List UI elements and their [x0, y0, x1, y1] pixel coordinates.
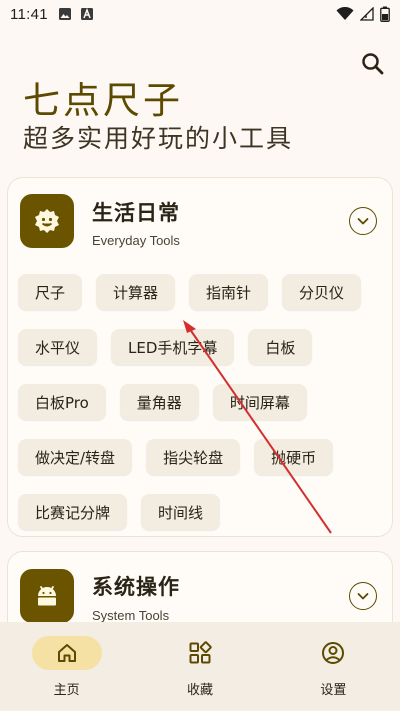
bottom-navigation: 主页 收藏 设置 — [0, 622, 400, 711]
tool-chip-calculator[interactable]: 计算器 — [96, 274, 176, 310]
nav-item-home[interactable]: 主页 — [0, 622, 133, 711]
status-bar: 11:41 — [0, 0, 400, 28]
tool-chip-spirit-level[interactable]: 水平仪 — [18, 329, 98, 365]
profile-icon — [322, 642, 345, 664]
nav-label: 主页 — [53, 683, 80, 698]
tool-chip-protractor[interactable]: 量角器 — [119, 384, 199, 420]
battery-icon — [380, 6, 390, 22]
tool-chip-decibel-meter[interactable]: 分贝仪 — [282, 274, 362, 310]
app-subtitle: 超多实用好玩的小工具 — [23, 124, 294, 153]
nav-label: 收藏 — [186, 683, 213, 698]
tool-chip-scoreboard[interactable]: 比赛记分牌 — [18, 494, 128, 530]
wifi-icon — [336, 7, 354, 20]
nav-item-settings[interactable]: 设置 — [267, 622, 400, 711]
signal-icon — [360, 7, 374, 21]
category-title: 系统操作 — [92, 575, 180, 599]
android-icon — [38, 586, 56, 606]
nav-icon-wrap — [298, 636, 368, 670]
tool-chip-decision-wheel[interactable]: 做决定/转盘 — [18, 439, 133, 475]
app-title: 七点尺子 — [23, 79, 183, 122]
tool-chip-whiteboard-pro[interactable]: 白板Pro — [18, 384, 106, 420]
category-card-everyday: 生活日常 Everyday Tools 尺子 计算器 指南针 分贝仪 水平仪 L… — [7, 177, 393, 537]
chevron-down-icon — [357, 218, 369, 225]
tool-chip-ruler[interactable]: 尺子 — [18, 274, 83, 310]
collapse-button[interactable] — [349, 207, 377, 235]
nav-item-favorites[interactable]: 收藏 — [133, 622, 266, 711]
tool-chip-list: 尺子 计算器 指南针 分贝仪 水平仪 LED手机字幕 白板 白板Pro 量角器 … — [18, 274, 384, 530]
category-subtitle: Everyday Tools — [92, 233, 180, 248]
tool-chip-whiteboard[interactable]: 白板 — [248, 329, 313, 365]
tool-chip-led-banner[interactable]: LED手机字幕 — [111, 329, 235, 365]
category-icon-container — [20, 194, 74, 248]
nav-active-indicator — [31, 636, 102, 670]
nav-label: 设置 — [320, 683, 347, 698]
category-subtitle: System Tools — [92, 608, 170, 623]
tool-chip-coin-flip[interactable]: 抛硬币 — [254, 439, 334, 475]
a-app-icon — [80, 7, 93, 20]
search-button[interactable] — [360, 51, 386, 77]
tool-chip-timeline[interactable]: 时间线 — [141, 494, 221, 530]
apps-grid-icon — [189, 641, 212, 664]
status-time: 11:41 — [10, 5, 48, 23]
nav-icon-wrap — [165, 636, 235, 670]
category-icon-container — [20, 569, 74, 623]
tool-chip-fingertip-roulette[interactable]: 指尖轮盘 — [146, 439, 241, 475]
category-title: 生活日常 — [92, 201, 180, 225]
sun-face-icon — [35, 209, 59, 233]
home-icon — [57, 644, 76, 662]
tool-chip-compass[interactable]: 指南针 — [189, 274, 269, 310]
expand-button[interactable] — [349, 582, 377, 610]
search-icon — [362, 53, 384, 75]
tool-chip-time-screen[interactable]: 时间屏幕 — [212, 384, 307, 420]
chevron-down-icon — [357, 593, 369, 600]
image-icon — [58, 8, 71, 20]
